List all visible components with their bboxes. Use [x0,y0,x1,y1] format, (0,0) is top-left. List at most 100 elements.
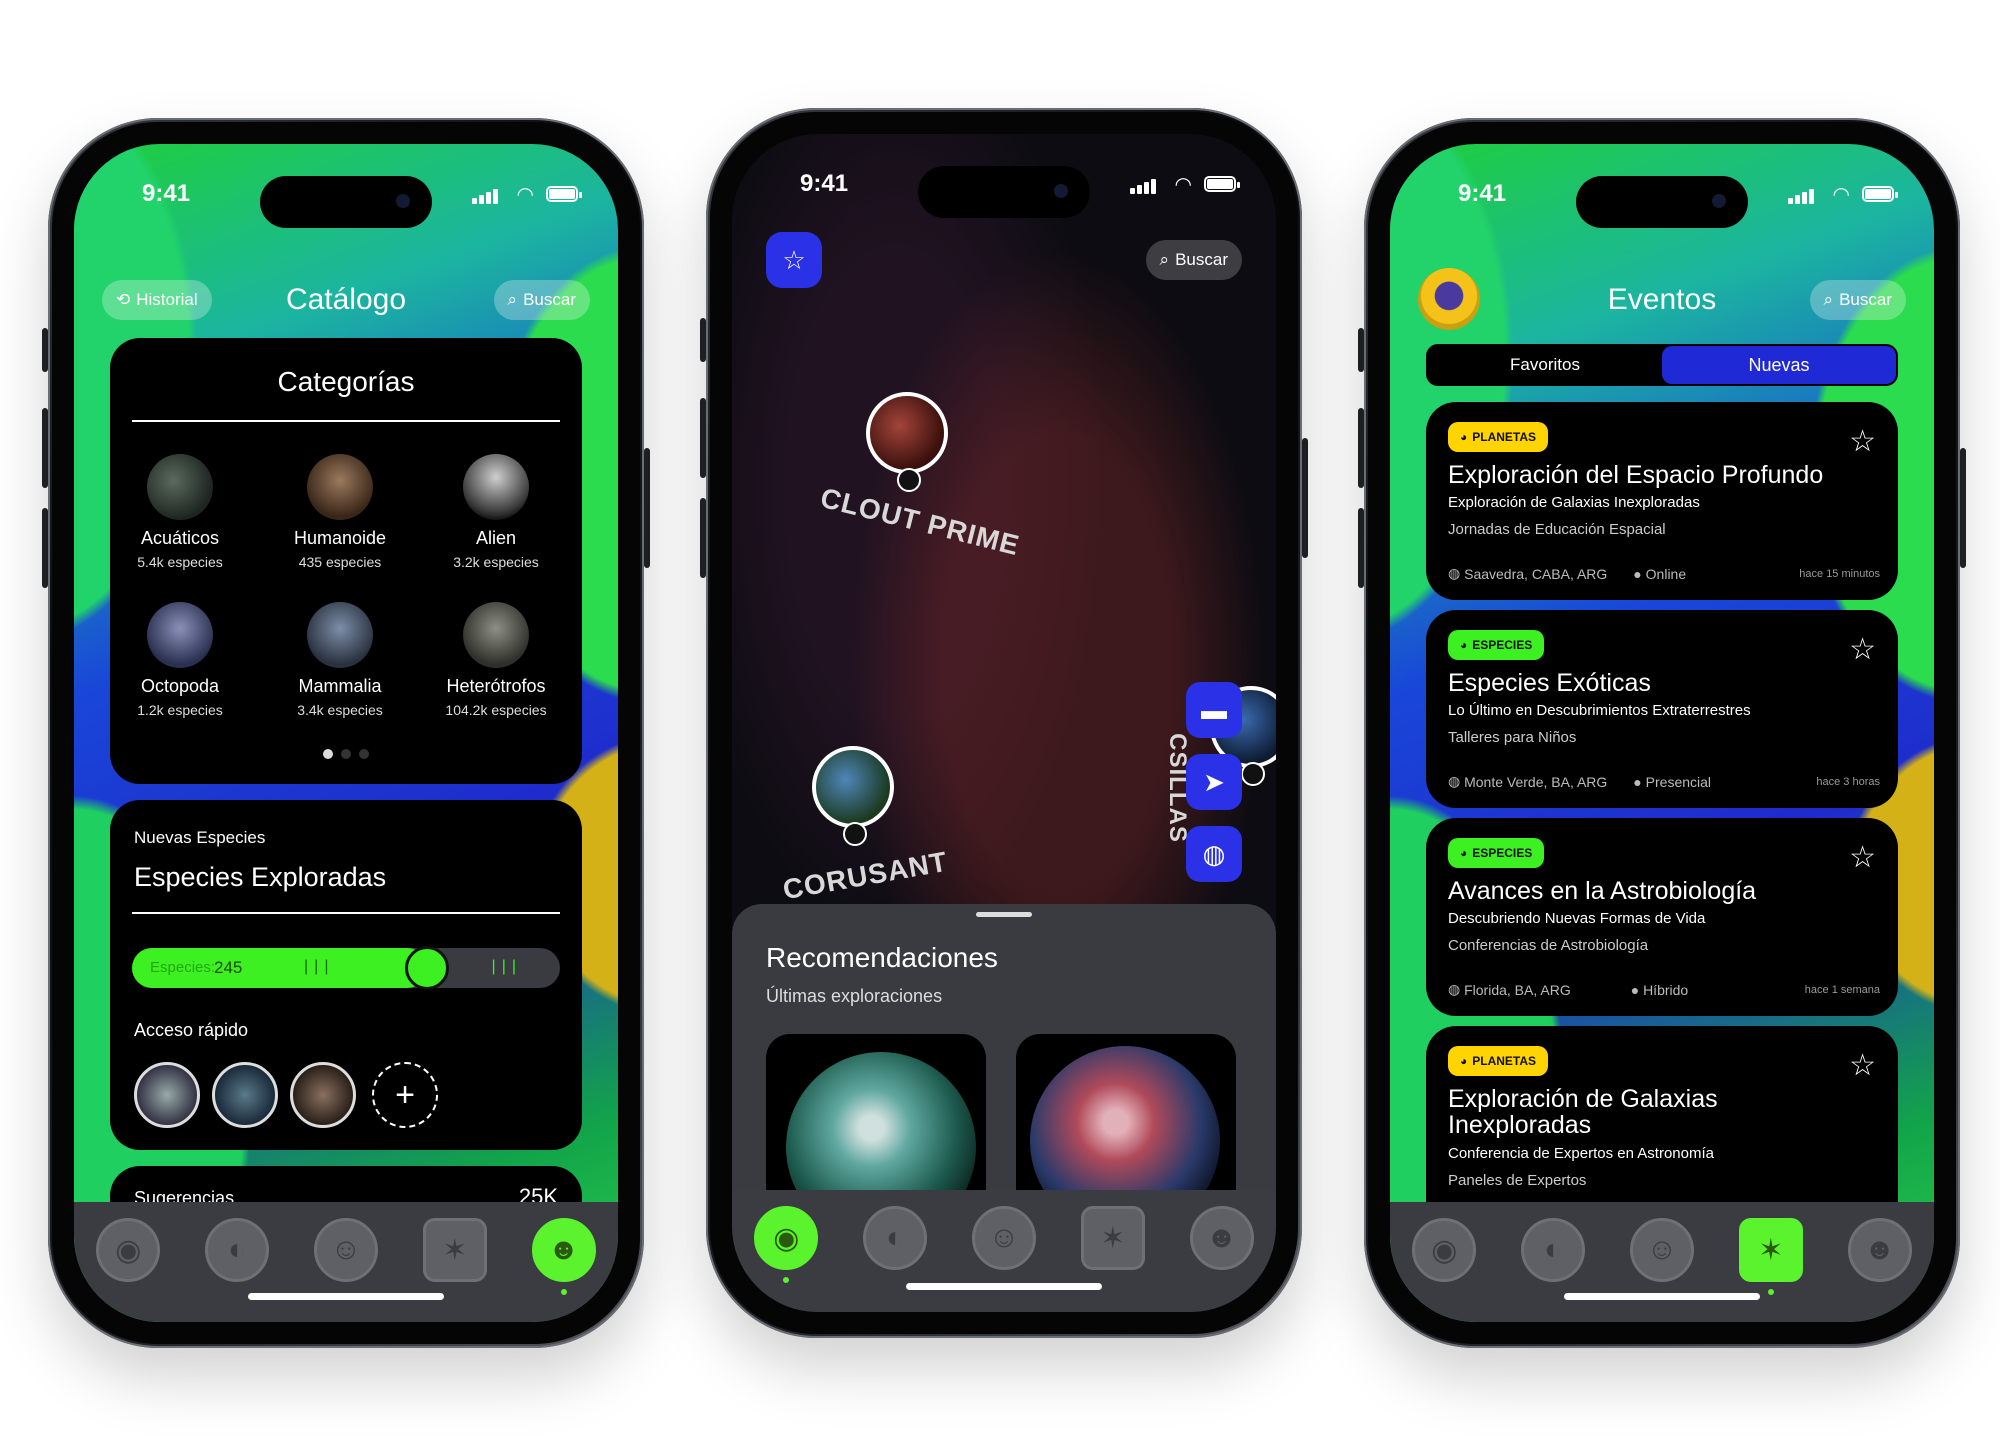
search-label: Buscar [1839,290,1892,309]
slider-prefix: Especies: [150,959,216,976]
star-icon[interactable]: ☆ [1849,840,1876,875]
category-mammalia[interactable]: Mammalia 3.4k especies [270,602,410,718]
event-detail: Jornadas de Educación Espacial [1448,521,1666,539]
search-label: Buscar [523,290,576,309]
quick-access-item[interactable] [290,1062,356,1128]
add-quick-access-button[interactable]: + [372,1062,438,1128]
tab-astronaut[interactable]: ☺ [971,1206,1036,1270]
tab-explore[interactable]: ◉ [1412,1218,1477,1282]
volume-down-button [42,508,48,588]
tab-species[interactable]: ☻ [1847,1218,1912,1282]
event-meta: ◍ Florida, BA, ARG ● Híbrido hace 1 sema… [1448,981,1880,998]
tab-events[interactable]: ✶ [1738,1218,1803,1295]
clock: 9:41 [1458,180,1507,207]
category-image [307,454,373,520]
volume-up-button [42,408,48,488]
tab-favoritos[interactable]: Favoritos [1428,346,1662,384]
tab-explore[interactable]: ◉ [96,1218,161,1282]
signal-icon [472,186,500,204]
vr-button[interactable]: ▬ [1186,682,1242,738]
battery-icon [546,186,582,202]
alien-face-icon: ☻ [547,1233,580,1266]
category-acuaticos[interactable]: Acuáticos 5.4k especies [110,454,250,570]
plus-icon: + [395,1075,415,1114]
event-mode: Presencial [1645,773,1712,790]
category-count: 3.4k especies [297,702,383,718]
alien-icon: ◕ [1460,1054,1468,1068]
star-icon[interactable]: ☆ [1849,632,1876,667]
event-subtitle: Exploración de Galaxias Inexploradas [1448,494,1700,512]
event-card[interactable]: ◕ PLANETAS ☆ Exploración del Espacio Prof… [1426,402,1898,600]
tab-species[interactable]: ☻ [531,1218,596,1295]
search-button[interactable]: ⌕ Buscar [1145,240,1242,280]
signal-icon [1130,176,1158,194]
category-alien[interactable]: Alien 3.2k especies [426,454,566,570]
tab-astronaut[interactable]: ☺ [313,1218,378,1282]
grip-icon: ||| [304,958,335,975]
sheet-subtitle: Últimas exploraciones [766,986,943,1006]
volume-down-button [700,498,706,578]
home-indicator[interactable] [248,1293,444,1300]
category-count: 5.4k especies [137,554,223,570]
screen: 9:41 ◠ ⟲ Historial Catálogo ⌕ Buscar Cat… [74,144,618,1322]
search-button[interactable]: ⌕ Buscar [493,280,590,320]
category-count: 3.2k especies [453,554,539,570]
planet-pin-clout-prime[interactable] [866,392,948,492]
category-name: Mammalia [298,676,382,696]
species-slider[interactable]: Especies: 245 ||| ||| [132,946,560,990]
category-octopoda[interactable]: Octopoda 1.2k especies [110,602,250,718]
tab-planets[interactable]: ◐ [863,1206,928,1270]
badge-label: PLANETAS [1472,430,1537,444]
eye-icon: ◉ [773,1221,800,1255]
status-bar: 9:41 ◠ [732,166,1276,218]
home-indicator[interactable] [1564,1293,1760,1300]
vr-headset-icon: ▬ [1201,694,1227,725]
planet-pin-corusant[interactable] [812,746,894,846]
category-image [307,602,373,668]
alien-planet-icon: ◐ [1544,1233,1563,1266]
tab-species[interactable]: ☻ [1189,1206,1254,1270]
event-card[interactable]: ◕ ESPECIES ☆ Especies Exóticas Lo Último … [1426,610,1898,808]
globe-button[interactable]: ◍ [1186,826,1242,882]
tab-events[interactable]: ✶ [422,1218,487,1282]
search-button[interactable]: ⌕ Buscar [1809,280,1906,320]
category-name: Heterótrofos [446,676,546,696]
category-humanoide[interactable]: Humanoide 435 especies [270,454,410,570]
sheet-handle[interactable] [976,912,1032,917]
alien-icon: ◕ [1460,430,1468,444]
event-card[interactable]: ◕ ESPECIES ☆ Avances en la Astrobiología … [1426,818,1898,1016]
badge-label: PLANETAS [1472,1054,1537,1068]
quick-access-item[interactable] [134,1062,200,1128]
category-badge: ◕ ESPECIES [1448,630,1545,660]
tab-planets[interactable]: ◐ [1521,1218,1586,1282]
tab-nuevas[interactable]: Nuevas [1662,346,1896,384]
star-icon[interactable]: ☆ [1849,424,1876,459]
slider-thumb[interactable] [405,946,450,990]
navigate-button[interactable]: ➤ [1186,754,1242,810]
tab-planets[interactable]: ◐ [205,1218,270,1282]
quick-access-item[interactable] [212,1062,278,1128]
volume-up-button [1358,408,1364,488]
home-indicator[interactable] [906,1283,1102,1290]
category-image [463,454,529,520]
tab-bar: ◉ ◐ ☺ ✶ ☻ [1390,1202,1934,1322]
category-heterotrofos[interactable]: Heterótrofos 104.2k especies [426,602,566,718]
favorites-button[interactable]: ☆ [766,232,822,288]
power-button [644,448,650,568]
event-detail: Paneles de Expertos [1448,1171,1587,1189]
phone-events: 9:41 ◠ Eventos ⌕ Buscar Favoritos Nuevas… [1358,118,1966,1348]
volume-up-button [700,398,706,478]
eye-icon: ◉ [1431,1233,1458,1267]
star-icon[interactable]: ☆ [1849,1048,1876,1083]
event-meta: ◍ Monte Verde, BA, ARG ● Presencial hace… [1448,773,1880,790]
tab-explore[interactable]: ◉ [754,1206,819,1283]
categories-card: Categorías Acuáticos 5.4k especies Human… [110,338,582,784]
phone-map: 9:41 ◠ ☆ ⌕ Buscar CLOUT PRIME CORUSANT C… [700,108,1308,1338]
tab-astronaut[interactable]: ☺ [1629,1218,1694,1282]
page-indicator[interactable] [110,746,582,764]
mute-switch [700,318,706,362]
event-detail: Talleres para Niños [1448,729,1577,747]
tab-events[interactable]: ✶ [1080,1206,1145,1270]
alien-icon: ◕ [1460,846,1468,860]
status-bar: 9:41 ◠ [74,176,618,228]
